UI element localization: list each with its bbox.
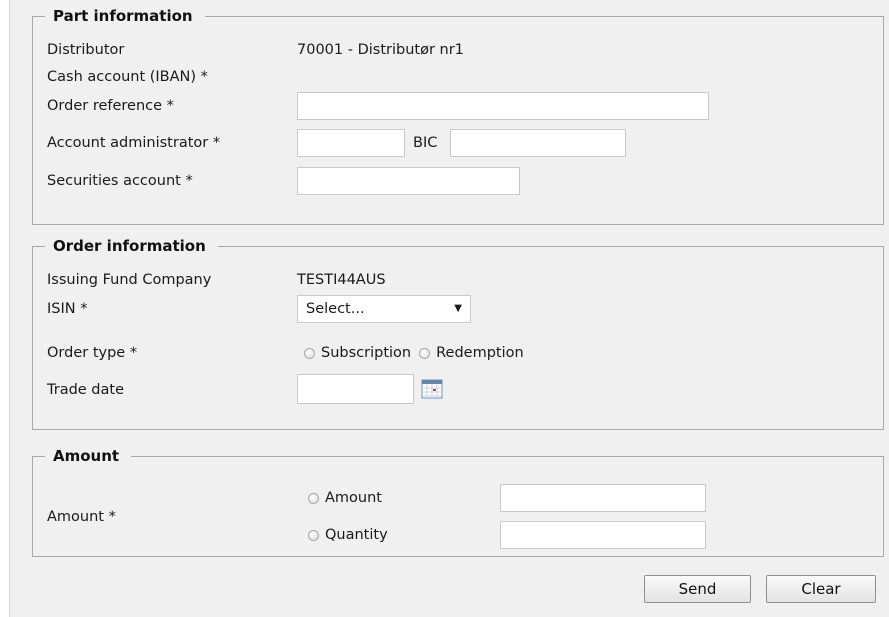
quantity-radio-group: Quantity (308, 521, 388, 549)
quantity-input[interactable] (500, 521, 706, 549)
distributor-value: 70001 - Distributør nr1 (297, 42, 464, 58)
cash-account-row: Cash account (IBAN) * (33, 63, 883, 91)
trade-date-row: Trade date (33, 374, 883, 404)
account-administrator-row: Account administrator * BIC (33, 129, 883, 157)
bic-label: BIC (413, 135, 438, 151)
securities-account-row: Securities account * (33, 167, 883, 195)
issuing-fund-company-row: Issuing Fund Company TESTI44AUS (33, 266, 883, 294)
redemption-radio[interactable] (419, 347, 431, 359)
order-reference-row: Order reference * (33, 92, 883, 120)
order-reference-input[interactable] (297, 92, 709, 120)
quantity-option-row: Quantity (33, 521, 883, 549)
isin-label: ISIN * (47, 301, 88, 317)
amount-option-row: Amount (33, 484, 883, 512)
part-information-legend: Part information (53, 7, 193, 25)
order-type-label: Order type * (47, 345, 138, 361)
bic-input[interactable] (450, 129, 626, 157)
account-administrator-label: Account administrator * (47, 135, 221, 151)
cash-account-label: Cash account (IBAN) * (47, 69, 208, 85)
distributor-row: Distributor 70001 - Distributør nr1 (33, 36, 883, 64)
securities-account-input[interactable] (297, 167, 520, 195)
part-information-fieldset: Part information Distributor 70001 - Dis… (32, 7, 884, 225)
account-administrator-input[interactable] (297, 129, 405, 157)
subscription-label: Subscription (321, 345, 412, 361)
order-reference-label: Order reference * (47, 98, 174, 114)
calendar-icon[interactable] (421, 378, 443, 400)
quantity-radio[interactable] (308, 529, 319, 541)
amount-fieldset: Amount Amount * Amount Quantity (32, 447, 884, 557)
order-type-radio-group: Subscription Redemption (304, 339, 524, 367)
order-form-panel: Part information Distributor 70001 - Dis… (9, 0, 889, 617)
subscription-radio[interactable] (304, 347, 315, 359)
amount-option-label: Amount (325, 490, 382, 506)
order-information-legend: Order information (53, 237, 206, 255)
trade-date-label: Trade date (47, 382, 125, 398)
amount-legend: Amount (53, 447, 120, 465)
isin-selected-value: Select... (306, 301, 365, 317)
send-button[interactable]: Send (644, 575, 751, 603)
quantity-option-label: Quantity (325, 527, 388, 543)
distributor-label: Distributor (47, 42, 125, 58)
issuing-fund-company-value: TESTI44AUS (297, 272, 386, 288)
isin-select[interactable]: Select... ▼ (297, 295, 471, 323)
order-information-fieldset: Order information Issuing Fund Company T… (32, 237, 884, 430)
issuing-fund-company-label: Issuing Fund Company (47, 272, 212, 288)
redemption-label: Redemption (436, 345, 524, 361)
isin-row: ISIN * Select... ▼ (33, 295, 883, 323)
securities-account-label: Securities account * (47, 173, 193, 189)
amount-input[interactable] (500, 484, 706, 512)
amount-radio[interactable] (308, 492, 319, 504)
chevron-down-icon: ▼ (454, 303, 462, 314)
clear-button[interactable]: Clear (766, 575, 876, 603)
amount-radio-group: Amount (308, 484, 382, 512)
order-type-row: Order type * Subscription Redemption (33, 339, 883, 367)
trade-date-input[interactable] (297, 374, 414, 404)
